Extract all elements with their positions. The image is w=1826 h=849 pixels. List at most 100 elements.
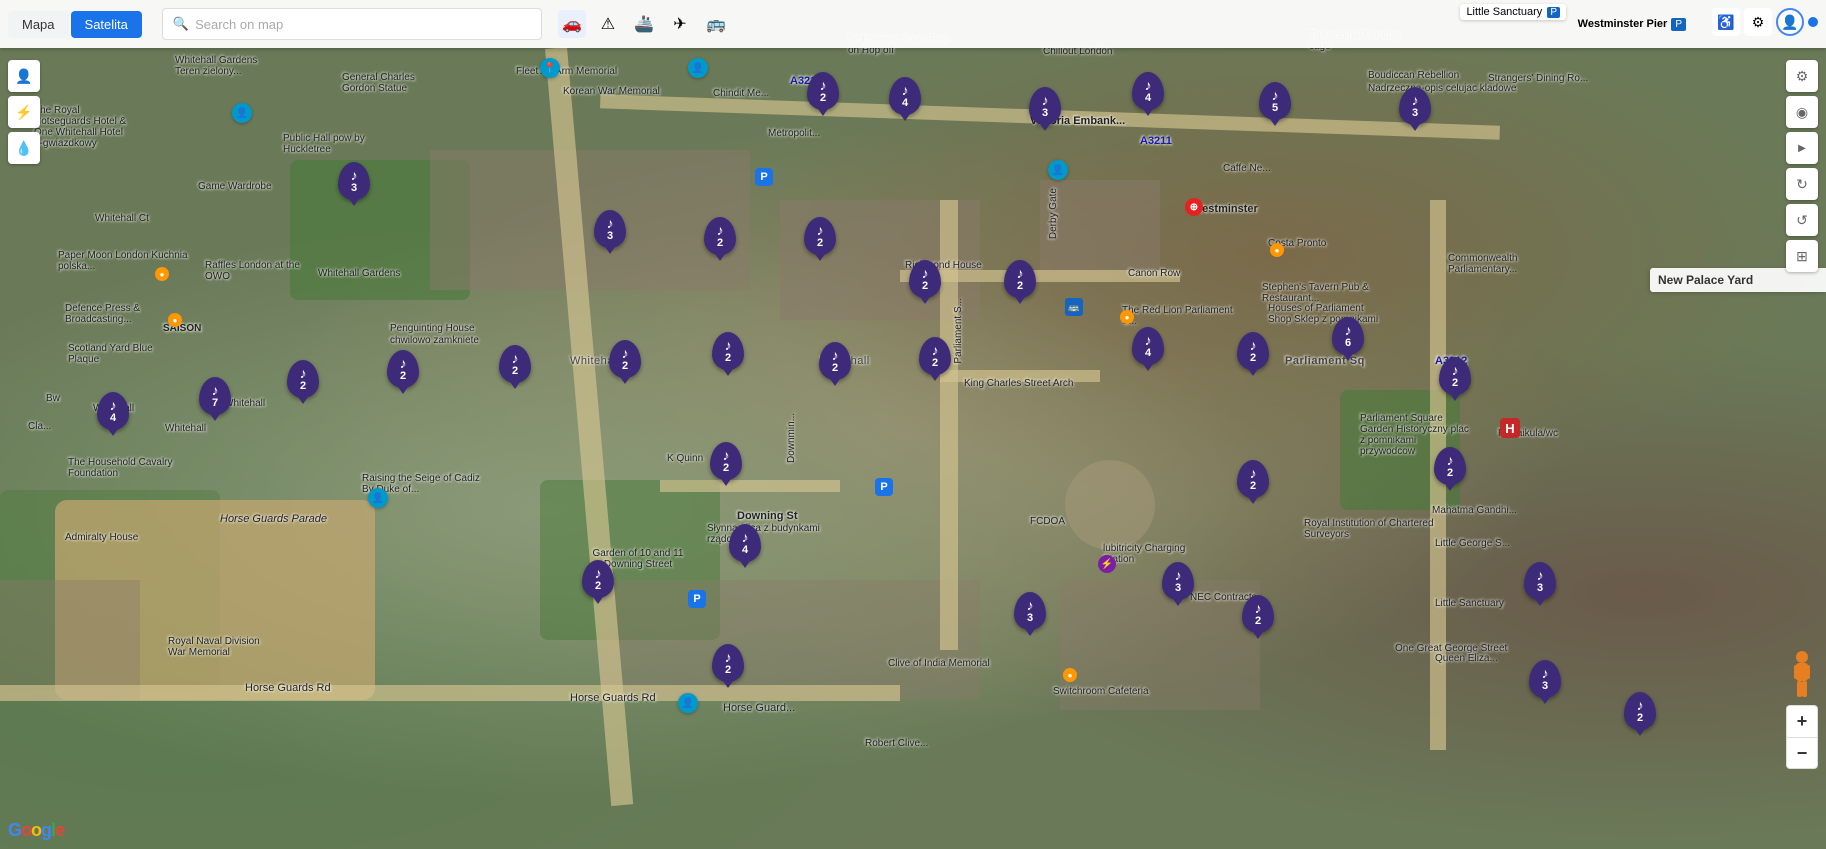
marker-m2[interactable]: ♪ 2 — [807, 72, 839, 110]
map-background — [0, 0, 1826, 849]
map-type-tabs: Mapa Satelita — [8, 11, 142, 38]
parking-icon-3[interactable]: P — [688, 590, 706, 608]
marker-m26[interactable]: ♪ 2 — [710, 442, 742, 480]
marker-m18[interactable]: ♪ 2 — [387, 350, 419, 388]
parking-icon-2[interactable]: P — [875, 478, 893, 496]
main-buildings — [430, 150, 750, 290]
downing-street — [660, 480, 840, 492]
marker-m34[interactable]: ♪ 2 — [1434, 447, 1466, 485]
marker-m32[interactable]: ♪ 3 — [1014, 592, 1046, 630]
marker-m17[interactable]: ♪ 2 — [287, 360, 319, 398]
marker-m14[interactable]: ♪ 2 — [1237, 332, 1269, 370]
transport-transit[interactable]: 🚢 — [630, 10, 658, 38]
marker-m25[interactable]: ♪ 7 — [199, 377, 231, 415]
horse-guards-road — [0, 685, 900, 701]
buildings-left — [0, 580, 140, 700]
westminster-pier-text: Little Sanctuary — [1466, 6, 1542, 18]
transport-drive[interactable]: 🚗 — [558, 10, 586, 38]
marker-m9[interactable]: ♪ 2 — [704, 217, 736, 255]
zoom-in-btn[interactable]: + — [1786, 705, 1818, 737]
marker-m31[interactable]: ♪ 2 — [1242, 595, 1274, 633]
info-icon-4[interactable]: 👤 — [368, 488, 388, 508]
top-right-icons: ♿ ⚙ 👤 — [1712, 8, 1818, 36]
google-logo: Google — [8, 820, 64, 841]
profile-icon-btn[interactable]: 👤 — [1776, 8, 1804, 36]
transport-flight[interactable]: ✈ — [666, 10, 694, 38]
buildings-3 — [1040, 180, 1160, 280]
left-controls: 👤 ⚡ 💧 — [8, 60, 40, 164]
marker-m30[interactable]: ♪ 3 — [1162, 562, 1194, 600]
google-o1: o — [21, 820, 31, 840]
marker-m23[interactable]: ♪ 2 — [919, 337, 951, 375]
marker-m28[interactable]: ♪ 2 — [582, 560, 614, 598]
pier-badge: P — [1547, 7, 1560, 18]
buildings-4 — [600, 580, 980, 700]
marker-m22[interactable]: ♪ 2 — [819, 342, 851, 380]
zoom-controls: + − — [1786, 705, 1818, 769]
pegman-streetview[interactable] — [1786, 651, 1818, 699]
top-navigation-bar: Mapa Satelita 🔍 Search on map 🚗 ⚠ 🚢 ✈ 🚌 … — [0, 0, 1826, 48]
rotate-btn[interactable]: ↺ — [1786, 204, 1818, 236]
pier-label: Westminster Pier — [1578, 18, 1668, 30]
marker-m5[interactable]: ♪ 4 — [1132, 72, 1164, 110]
transport-mode-icons: 🚗 ⚠ 🚢 ✈ 🚌 — [558, 10, 730, 38]
marker-m6[interactable]: ♪ 5 — [1259, 82, 1291, 120]
google-g2: g — [41, 820, 51, 840]
layers-btn[interactable]: ⊞ — [1786, 240, 1818, 272]
top-bar-right: Westminster Pier P — [1578, 0, 1686, 48]
metro-icon-2[interactable]: 🚌 — [1065, 298, 1083, 316]
marker-m11[interactable]: ♪ 2 — [909, 260, 941, 298]
info-icon-7[interactable]: 👤 — [1048, 160, 1068, 180]
water-btn[interactable]: 💧 — [8, 132, 40, 164]
marker-m3[interactable]: ♪ 4 — [889, 77, 921, 115]
info-icon-6[interactable]: 👤 — [678, 693, 698, 713]
right-controls: ⚙ ◉ ▶ ↻ ↺ ⊞ — [1786, 60, 1818, 272]
nearby-btn[interactable]: ⚡ — [8, 96, 40, 128]
settings-icon-btn[interactable]: ⚙ — [1744, 8, 1772, 36]
transport-traffic[interactable]: ⚠ — [594, 10, 622, 38]
marker-m33[interactable]: ♪ 2 — [712, 644, 744, 682]
derby-gate-road — [900, 270, 1180, 282]
parliament-street — [940, 200, 958, 650]
pier-badge-2: P — [1671, 18, 1686, 31]
accessibility-icon-btn[interactable]: ♿ — [1712, 8, 1740, 36]
map-container[interactable]: Mapa Satelita 🔍 Search on map 🚗 ⚠ 🚢 ✈ 🚌 … — [0, 0, 1826, 849]
search-bar[interactable]: 🔍 Search on map — [162, 8, 542, 40]
marker-m36[interactable]: ♪ 3 — [1529, 660, 1561, 698]
marker-m12[interactable]: ♪ 2 — [1004, 260, 1036, 298]
marker-m24[interactable]: ♪ 4 — [97, 392, 129, 430]
tab-map[interactable]: Mapa — [8, 11, 69, 38]
info-icon-1[interactable]: 👤 — [232, 103, 252, 123]
zoom-out-btn[interactable]: − — [1786, 737, 1818, 769]
marker-m16[interactable]: ♪ 2 — [1439, 357, 1471, 395]
transport-bus[interactable]: 🚌 — [702, 10, 730, 38]
marker-m15[interactable]: ♪ 6 — [1332, 317, 1364, 355]
settings-btn[interactable]: ⚙ — [1786, 60, 1818, 92]
king-charles-road — [940, 370, 1100, 382]
marker-m7[interactable]: ♪ 3 — [1399, 87, 1431, 125]
chevron-btn[interactable]: ▶ — [1786, 132, 1818, 164]
marker-m29[interactable]: ♪ 2 — [1237, 460, 1269, 498]
google-o2: o — [31, 820, 41, 840]
marker-m37[interactable]: ♪ 2 — [1624, 692, 1656, 730]
roundabout-parliament — [1065, 460, 1155, 550]
marker-m10[interactable]: ♪ 2 — [804, 217, 836, 255]
marker-m4[interactable]: ♪ 3 — [1029, 87, 1061, 125]
marker-m21[interactable]: ♪ 2 — [712, 332, 744, 370]
marker-m1[interactable]: ♪ 3 — [338, 162, 370, 200]
marker-m8[interactable]: ♪ 3 — [594, 210, 626, 248]
info-icon-3[interactable]: 👤 — [688, 58, 708, 78]
current-location-btn[interactable]: 👤 — [8, 60, 40, 92]
tab-satellite[interactable]: Satelita — [71, 11, 142, 38]
search-icon: 🔍 — [173, 16, 189, 32]
marker-m35[interactable]: ♪ 3 — [1524, 562, 1556, 600]
marker-m19[interactable]: ♪ 2 — [499, 345, 531, 383]
marker-m27[interactable]: ♪ 4 — [729, 524, 761, 562]
metro-icon-1[interactable]: ⊕ — [1185, 198, 1203, 216]
parking-icon-1[interactable]: P — [755, 168, 773, 186]
info-icon-2[interactable]: 📍 — [540, 58, 560, 78]
marker-m13[interactable]: ♪ 4 — [1132, 327, 1164, 365]
marker-m20[interactable]: ♪ 2 — [609, 340, 641, 378]
circle-btn[interactable]: ◉ — [1786, 96, 1818, 128]
refresh-btn[interactable]: ↻ — [1786, 168, 1818, 200]
